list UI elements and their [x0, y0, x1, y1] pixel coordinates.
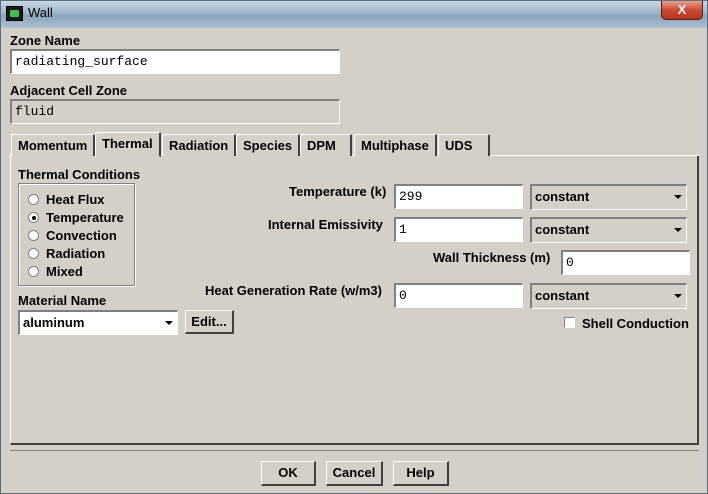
edit-material-button[interactable]: Edit... — [185, 310, 234, 334]
tab-multiphase[interactable]: Multiphase — [354, 134, 437, 156]
tab-momentum[interactable]: Momentum — [11, 134, 96, 156]
emissivity-method-select[interactable]: constant — [530, 217, 687, 243]
tab-dpm[interactable]: DPM — [300, 134, 352, 156]
tab-thermal[interactable]: Thermal — [95, 132, 161, 157]
radio-button[interactable] — [28, 247, 39, 259]
internal-emissivity-input[interactable]: 1 — [394, 217, 523, 242]
temperature-method-value: constant — [535, 189, 590, 204]
material-name-label: Material Name — [18, 293, 107, 308]
ok-button[interactable]: OK — [261, 461, 316, 486]
app-icon — [6, 6, 23, 21]
radio-temperature[interactable]: Temperature — [28, 209, 124, 225]
tab-species[interactable]: Species — [236, 134, 301, 156]
temperature-label: Temperature (k) — [289, 184, 387, 199]
radio-label: Temperature — [46, 209, 124, 225]
help-button[interactable]: Help — [393, 461, 449, 486]
adjacent-cell-zone-label: Adjacent Cell Zone — [10, 83, 128, 98]
heat-generation-rate-label: Heat Generation Rate (w/m3) — [205, 283, 382, 298]
radio-radiation[interactable]: Radiation — [28, 245, 105, 261]
chevron-down-icon[interactable] — [672, 223, 684, 237]
cancel-button[interactable]: Cancel — [326, 461, 383, 486]
radio-convection[interactable]: Convection — [28, 227, 117, 243]
zone-name-input[interactable]: radiating_surface — [10, 49, 340, 74]
radio-label: Mixed — [46, 263, 83, 279]
radio-label: Convection — [46, 227, 117, 243]
heat-generation-method-value: constant — [535, 288, 590, 303]
shell-conduction-checkbox[interactable] — [564, 317, 575, 328]
chevron-down-icon[interactable] — [672, 190, 684, 204]
heat-generation-rate-input[interactable]: 0 — [394, 283, 523, 308]
heat-generation-method-select[interactable]: constant — [530, 283, 687, 309]
material-select-value: aluminum — [23, 315, 85, 330]
tab-radiation[interactable]: Radiation — [162, 134, 237, 156]
radio-mixed[interactable]: Mixed — [28, 263, 83, 279]
temperature-input[interactable]: 299 — [394, 184, 523, 209]
radio-button[interactable] — [28, 193, 39, 205]
title-bar[interactable]: Wall X — [1, 1, 707, 28]
radio-heat-flux[interactable]: Heat Flux — [28, 191, 105, 207]
thermal-conditions-label: Thermal Conditions — [18, 167, 141, 182]
zone-name-label: Zone Name — [10, 33, 81, 48]
wall-thickness-input[interactable]: 0 — [561, 250, 690, 275]
shell-conduction-label: Shell Conduction — [582, 316, 689, 331]
chevron-down-icon[interactable] — [163, 316, 175, 330]
close-button[interactable]: X — [661, 1, 703, 20]
window-title: Wall — [28, 5, 53, 20]
tab-uds[interactable]: UDS — [438, 134, 490, 156]
wall-thickness-label: Wall Thickness (m) — [433, 250, 551, 265]
emissivity-method-value: constant — [535, 222, 590, 237]
chevron-down-icon[interactable] — [672, 289, 684, 303]
material-select[interactable]: aluminum — [18, 310, 178, 335]
radio-button[interactable] — [28, 229, 39, 241]
radio-label: Heat Flux — [46, 191, 105, 207]
wall-dialog: Wall X Zone Name radiating_surface Adjac… — [0, 0, 708, 494]
adjacent-cell-zone-field: fluid — [10, 99, 340, 124]
internal-emissivity-label: Internal Emissivity — [268, 217, 383, 232]
radio-button[interactable] — [28, 265, 39, 277]
radio-button-selected[interactable] — [28, 211, 39, 223]
separator — [10, 450, 699, 451]
radio-label: Radiation — [46, 245, 106, 261]
temperature-method-select[interactable]: constant — [530, 184, 687, 210]
